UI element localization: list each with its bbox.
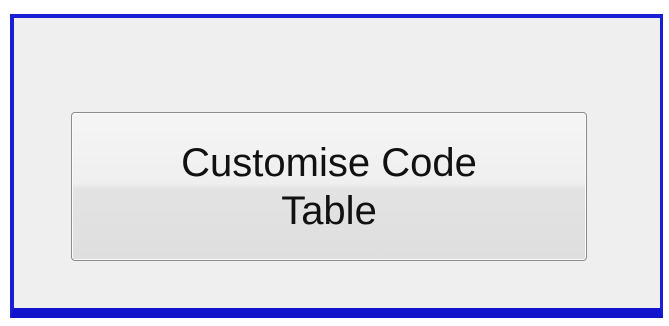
customise-code-table-button-label: Customise Code Table — [181, 140, 477, 233]
customise-code-table-button[interactable]: Customise Code Table — [71, 112, 587, 261]
window-frame: Customise Code Table — [10, 14, 663, 318]
